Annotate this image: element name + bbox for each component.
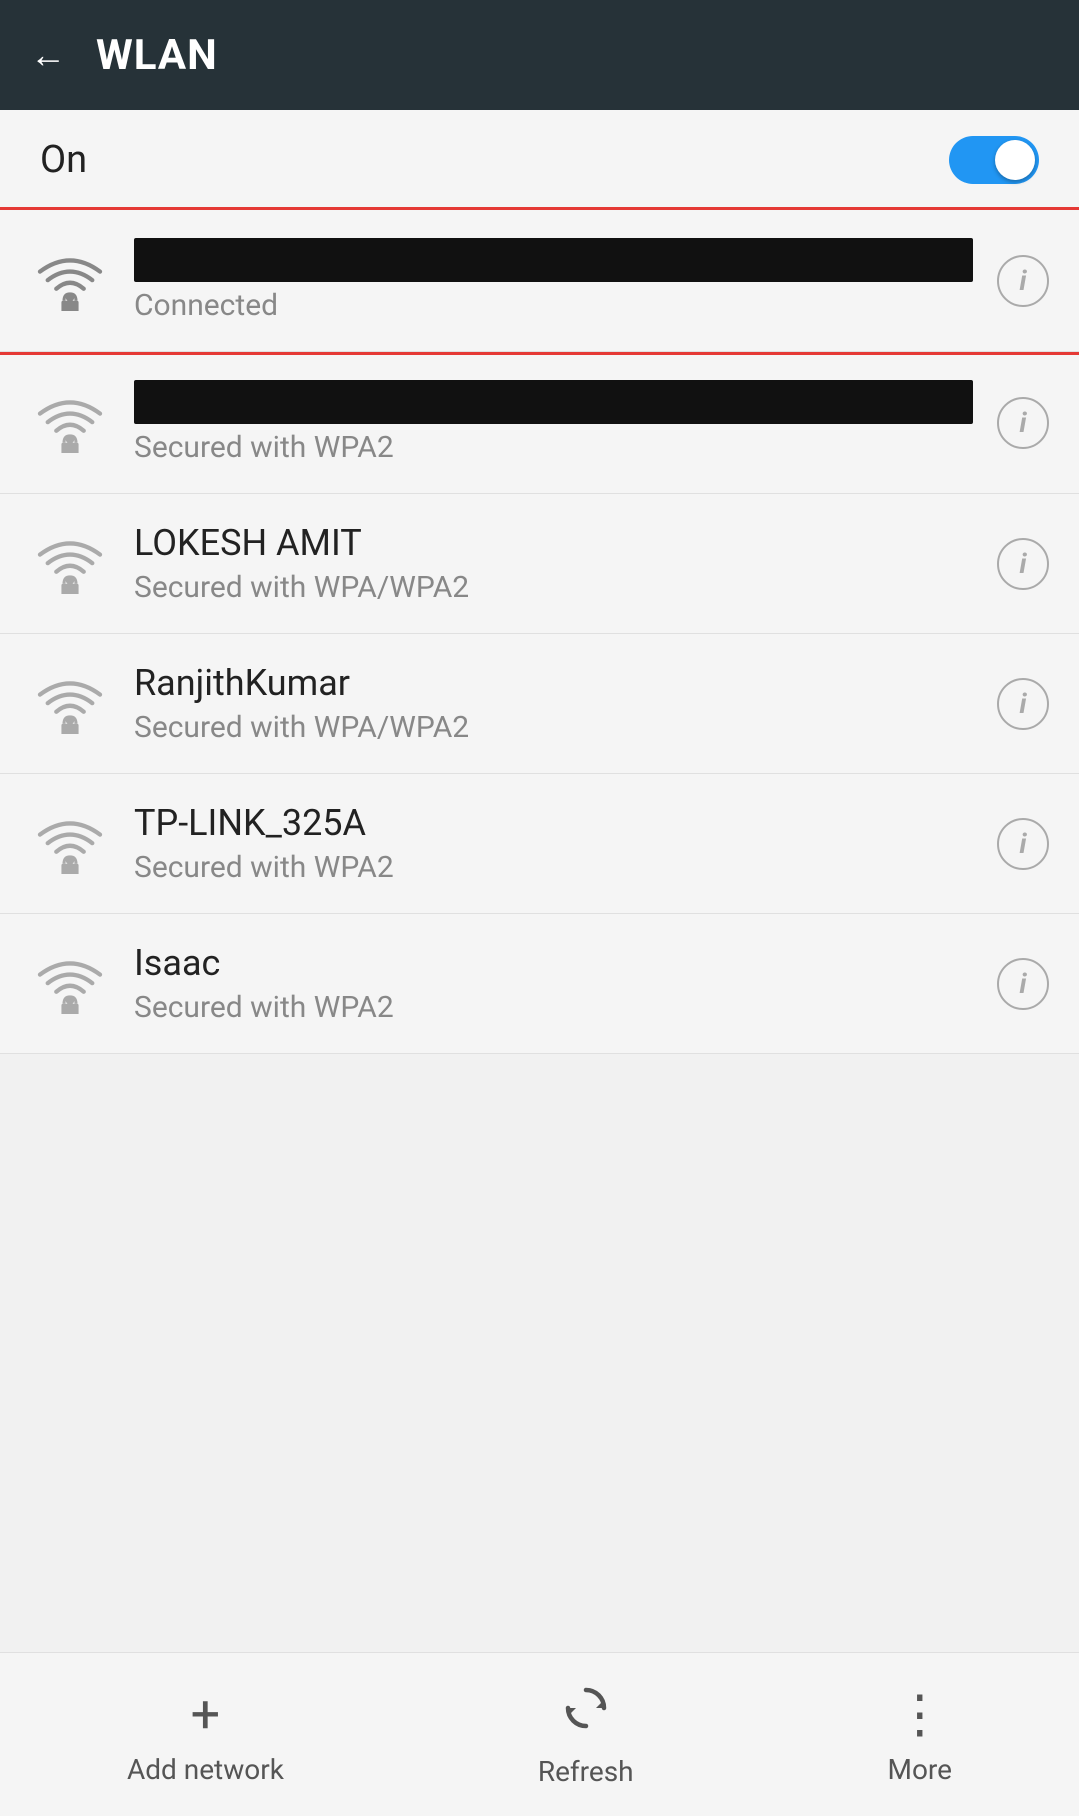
network-list: Connected i Secured with WPA2 i [0, 210, 1079, 1054]
network-item-ranjith[interactable]: RanjithKumar Secured with WPA/WPA2 i [0, 634, 1079, 774]
network-ranjith-info: RanjithKumar Secured with WPA/WPA2 [134, 662, 973, 745]
network-ranjith-info-button[interactable]: i [997, 678, 1049, 730]
wifi-icon-connected [30, 251, 110, 311]
network-2-info: Secured with WPA2 [134, 380, 973, 465]
network-isaac-status: Secured with WPA2 [134, 990, 973, 1025]
more-icon: ⋮ [894, 1684, 946, 1745]
add-network-label: Add network [127, 1753, 284, 1786]
network-2-info-button[interactable]: i [997, 397, 1049, 449]
refresh-icon [560, 1682, 612, 1747]
connected-network-status: Connected [134, 288, 973, 323]
refresh-button[interactable]: Refresh [538, 1682, 634, 1788]
connected-network-info: Connected [134, 238, 973, 323]
network-tplink-status: Secured with WPA2 [134, 850, 973, 885]
toggle-label: On [40, 138, 87, 182]
network-item-connected[interactable]: Connected i [0, 210, 1079, 352]
more-label: More [888, 1753, 953, 1786]
network-lokesh-info: LOKESH AMIT Secured with WPA/WPA2 [134, 522, 973, 605]
add-network-button[interactable]: + Add network [127, 1684, 284, 1786]
more-button[interactable]: ⋮ More [888, 1684, 953, 1786]
network-item-tplink[interactable]: TP-LINK_325A Secured with WPA2 i [0, 774, 1079, 914]
connected-network-name [134, 238, 973, 282]
toggle-knob [995, 140, 1035, 180]
network-tplink-info: TP-LINK_325A Secured with WPA2 [134, 802, 973, 885]
network-lokesh-name: LOKESH AMIT [134, 522, 973, 564]
network-lokesh-info-button[interactable]: i [997, 538, 1049, 590]
page-title: WLAN [96, 31, 218, 80]
network-2-name [134, 380, 973, 424]
network-tplink-name: TP-LINK_325A [134, 802, 973, 844]
connected-network-info-button[interactable]: i [997, 255, 1049, 307]
wlan-toggle-switch[interactable] [949, 136, 1039, 184]
network-item-isaac[interactable]: Isaac Secured with WPA2 i [0, 914, 1079, 1054]
wlan-toggle-row: On [0, 110, 1079, 210]
refresh-label: Refresh [538, 1755, 634, 1788]
bottom-bar: + Add network Refresh ⋮ More [0, 1652, 1079, 1816]
wifi-icon-lokesh [30, 534, 110, 594]
network-item-lokesh[interactable]: LOKESH AMIT Secured with WPA/WPA2 i [0, 494, 1079, 634]
wifi-icon-tplink [30, 814, 110, 874]
wifi-icon-2 [30, 393, 110, 453]
network-isaac-info: Isaac Secured with WPA2 [134, 942, 973, 1025]
wifi-icon-isaac [30, 954, 110, 1014]
back-button[interactable]: ← [30, 34, 66, 76]
network-ranjith-name: RanjithKumar [134, 662, 973, 704]
network-ranjith-status: Secured with WPA/WPA2 [134, 710, 973, 745]
network-lokesh-status: Secured with WPA/WPA2 [134, 570, 973, 605]
network-tplink-info-button[interactable]: i [997, 818, 1049, 870]
network-item-2[interactable]: Secured with WPA2 i [0, 352, 1079, 494]
network-2-status: Secured with WPA2 [134, 430, 973, 465]
wifi-icon-ranjith [30, 674, 110, 734]
add-network-icon: + [191, 1684, 221, 1745]
network-isaac-name: Isaac [134, 942, 973, 984]
header: ← WLAN [0, 0, 1079, 110]
network-isaac-info-button[interactable]: i [997, 958, 1049, 1010]
